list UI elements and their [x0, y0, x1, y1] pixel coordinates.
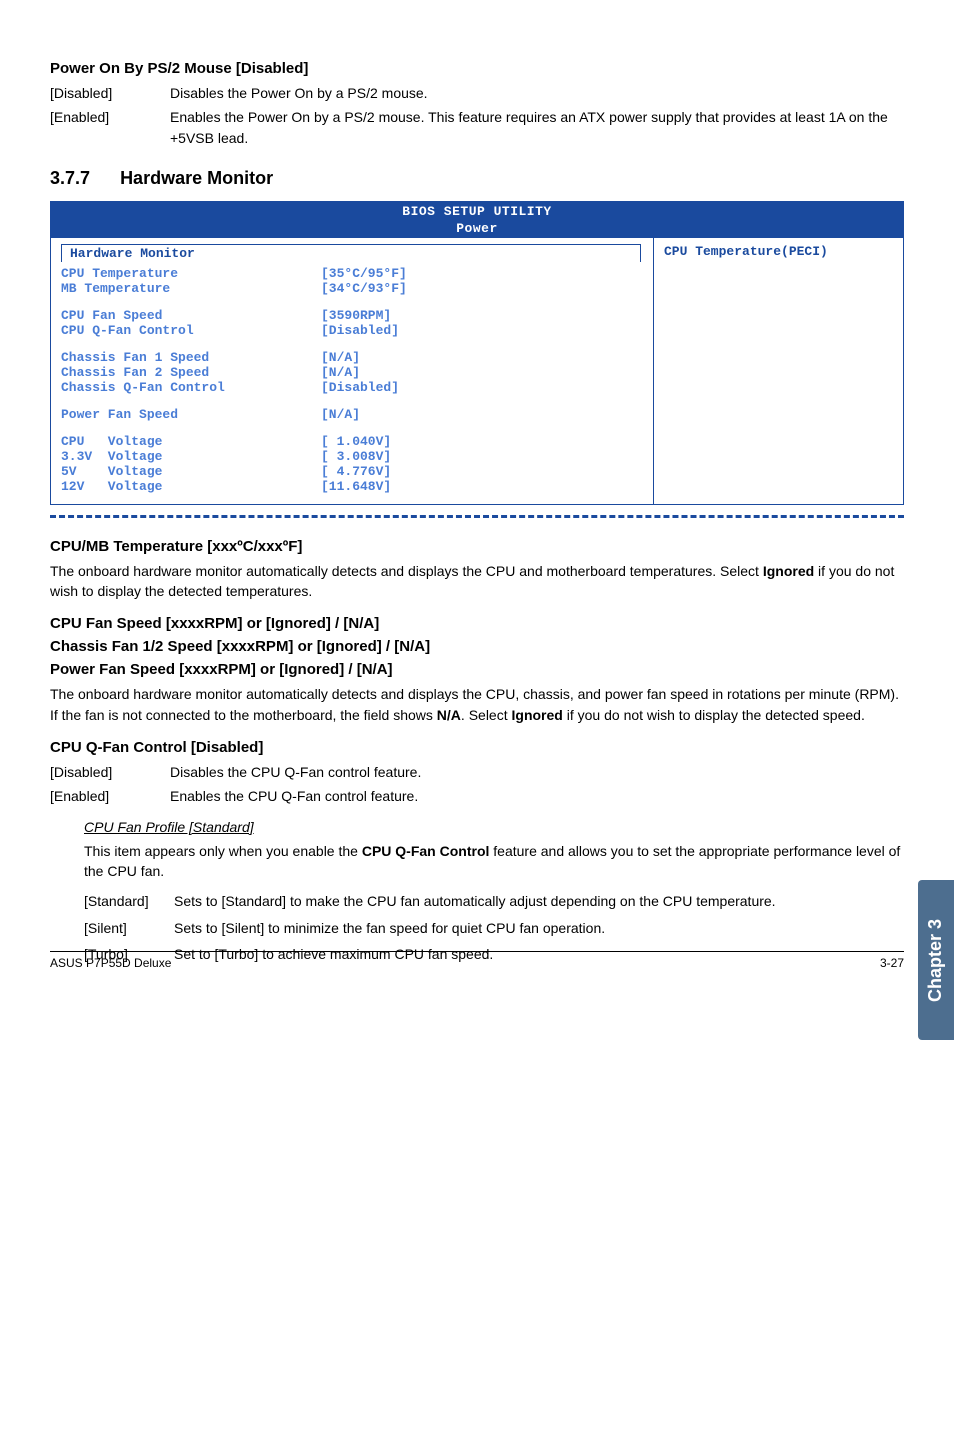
heading-qfan-control: CPU Q-Fan Control [Disabled]	[50, 739, 904, 756]
def-desc: Enables the CPU Q-Fan control feature.	[170, 786, 904, 806]
bios-value: [35°C/95°F]	[321, 266, 407, 281]
footer-left: ASUS P7P55D Deluxe	[50, 956, 171, 970]
dashed-divider	[50, 515, 904, 518]
bios-value: [ 1.040V]	[321, 434, 391, 449]
bios-label: Power Fan Speed	[61, 407, 321, 422]
def-term: [Enabled]	[50, 107, 170, 148]
bios-label: Chassis Fan 2 Speed	[61, 365, 321, 380]
bios-title-text: BIOS SETUP UTILITY	[402, 204, 551, 219]
definition-row: [Enabled] Enables the CPU Q-Fan control …	[50, 786, 904, 806]
paragraph: This item appears only when you enable t…	[84, 841, 904, 882]
section-number: 3.7.7	[50, 168, 90, 188]
definition-row: [Disabled] Disables the Power On by a PS…	[50, 83, 904, 103]
text-bold: CPU Q-Fan Control	[362, 843, 490, 859]
bios-value: [ 4.776V]	[321, 464, 391, 479]
bios-label: CPU Voltage	[61, 434, 321, 449]
heading-chassis-fan-speed: Chassis Fan 1/2 Speed [xxxxRPM] or [Igno…	[50, 638, 904, 655]
chapter-tab-label: Chapter 3	[926, 918, 947, 1001]
definition-row: [Disabled] Disables the CPU Q-Fan contro…	[50, 762, 904, 782]
opt-desc: Sets to [Silent] to minimize the fan spe…	[174, 918, 904, 938]
bios-label: CPU Temperature	[61, 266, 321, 281]
bios-value: [N/A]	[321, 365, 360, 380]
text: if you do not wish to display the detect…	[563, 707, 865, 723]
bios-left-panel: Hardware Monitor CPU Temperature[35°C/95…	[51, 238, 653, 504]
bios-right-panel: CPU Temperature(PECI)	[653, 238, 903, 504]
def-desc: Disables the Power On by a PS/2 mouse.	[170, 83, 904, 103]
text: The onboard hardware monitor automatical…	[50, 563, 763, 579]
bios-label: CPU Fan Speed	[61, 308, 321, 323]
text-bold: Ignored	[512, 707, 563, 723]
page-footer: ASUS P7P55D Deluxe 3-27	[50, 951, 904, 970]
bios-value: [ 3.008V]	[321, 449, 391, 464]
bios-tab: Power	[51, 221, 903, 236]
option-row: [Silent] Sets to [Silent] to minimize th…	[84, 918, 904, 938]
opt-desc: Sets to [Standard] to make the CPU fan a…	[174, 891, 904, 911]
bios-label: Chassis Fan 1 Speed	[61, 350, 321, 365]
heading-cpu-fan-profile: CPU Fan Profile [Standard]	[84, 819, 904, 835]
text: This item appears only when you enable t…	[84, 843, 362, 859]
heading-power-on-ps2: Power On By PS/2 Mouse [Disabled]	[50, 60, 904, 77]
bios-label: 12V Voltage	[61, 479, 321, 494]
bios-value: [N/A]	[321, 350, 360, 365]
def-term: [Enabled]	[50, 786, 170, 806]
option-row: [Standard] Sets to [Standard] to make th…	[84, 891, 904, 911]
chapter-tab: Chapter 3	[918, 880, 954, 1040]
bios-value: [34°C/93°F]	[321, 281, 407, 296]
bios-group: Chassis Fan 1 Speed[N/A] Chassis Fan 2 S…	[61, 350, 643, 395]
text: . Select	[461, 707, 512, 723]
bios-value: [N/A]	[321, 407, 360, 422]
heading-power-fan-speed: Power Fan Speed [xxxxRPM] or [Ignored] /…	[50, 661, 904, 678]
bios-group: CPU Temperature[35°C/95°F] MB Temperatur…	[61, 266, 643, 296]
opt-term: [Silent]	[84, 918, 174, 938]
heading-cpumb-temp: CPU/MB Temperature [xxxºC/xxxºF]	[50, 538, 904, 555]
def-desc: Disables the CPU Q-Fan control feature.	[170, 762, 904, 782]
bios-screenshot: BIOS SETUP UTILITY Power Hardware Monito…	[50, 201, 904, 505]
indented-block: CPU Fan Profile [Standard] This item app…	[84, 819, 904, 964]
opt-term: [Standard]	[84, 891, 174, 911]
heading-hardware-monitor: 3.7.7 Hardware Monitor	[50, 168, 904, 189]
text-bold: Ignored	[763, 563, 814, 579]
definition-row: [Enabled] Enables the Power On by a PS/2…	[50, 107, 904, 148]
paragraph: The onboard hardware monitor automatical…	[50, 684, 904, 725]
def-term: [Disabled]	[50, 83, 170, 103]
bios-value: [Disabled]	[321, 380, 399, 395]
bios-group: Power Fan Speed[N/A]	[61, 407, 643, 422]
bios-label: MB Temperature	[61, 281, 321, 296]
bios-label: Chassis Q-Fan Control	[61, 380, 321, 395]
bios-label: 3.3V Voltage	[61, 449, 321, 464]
bios-section-header: Hardware Monitor	[61, 244, 641, 262]
bios-label: CPU Q-Fan Control	[61, 323, 321, 338]
paragraph: The onboard hardware monitor automatical…	[50, 561, 904, 602]
heading-cpu-fan-speed: CPU Fan Speed [xxxxRPM] or [Ignored] / […	[50, 615, 904, 632]
section-title: Hardware Monitor	[120, 168, 273, 188]
def-desc: Enables the Power On by a PS/2 mouse. Th…	[170, 107, 904, 148]
bios-title-bar: BIOS SETUP UTILITY Power	[51, 202, 903, 238]
bios-value: [3590RPM]	[321, 308, 391, 323]
bios-value: [11.648V]	[321, 479, 391, 494]
bios-help-text: CPU Temperature(PECI)	[664, 244, 828, 259]
def-term: [Disabled]	[50, 762, 170, 782]
footer-right: 3-27	[880, 956, 904, 970]
bios-value: [Disabled]	[321, 323, 399, 338]
bios-group: CPU Fan Speed[3590RPM] CPU Q-Fan Control…	[61, 308, 643, 338]
bios-label: 5V Voltage	[61, 464, 321, 479]
text-bold: N/A	[437, 707, 461, 723]
bios-group: CPU Voltage[ 1.040V] 3.3V Voltage[ 3.008…	[61, 434, 643, 494]
